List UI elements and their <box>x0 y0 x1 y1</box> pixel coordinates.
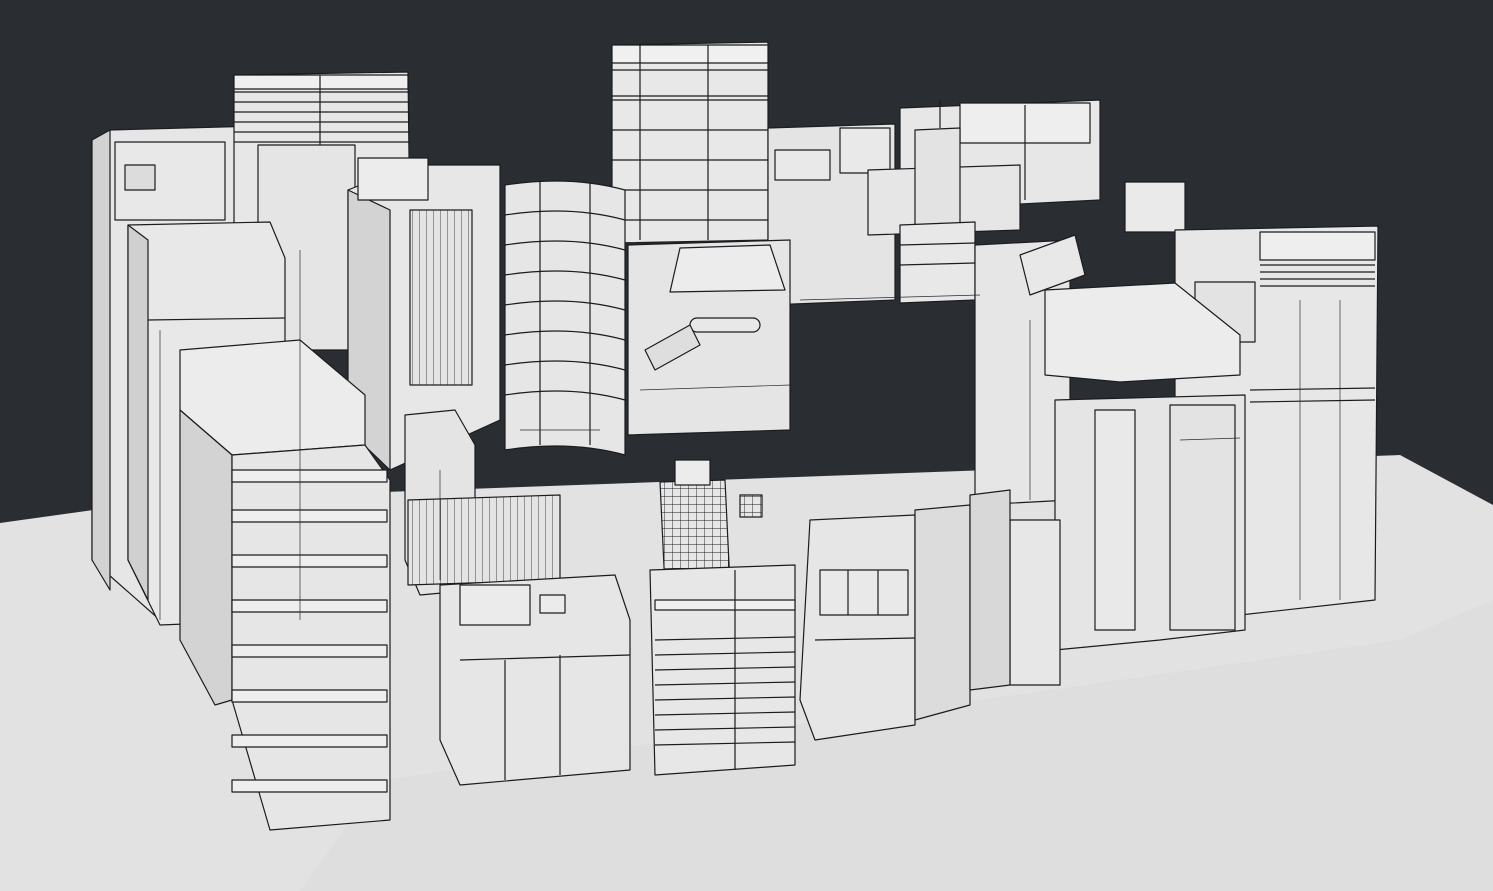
3d-viewport[interactable] <box>0 0 1493 891</box>
building-back-center-tall <box>611 41 769 244</box>
building-mid-cylinder <box>504 180 626 456</box>
building-mid-center <box>627 239 791 436</box>
building-front-center <box>799 504 971 741</box>
wireframe-city-model <box>0 0 1493 891</box>
